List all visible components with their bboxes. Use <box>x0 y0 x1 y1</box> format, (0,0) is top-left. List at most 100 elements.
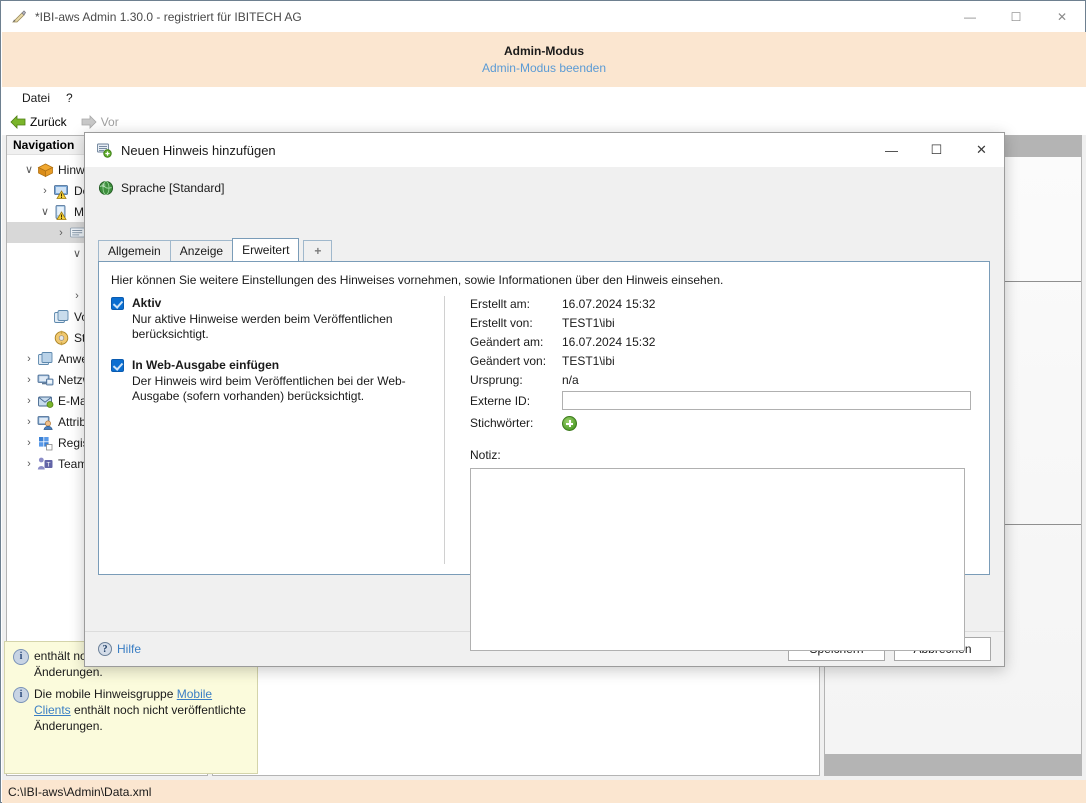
dialog-window-controls: — ☐ ✕ <box>869 133 1004 167</box>
tab-panel-erweitert: Hier können Sie weitere Einstellungen de… <box>98 261 990 651</box>
notiz-label: Notiz: <box>470 448 501 462</box>
geaendert-am-value: 16.07.2024 15:32 <box>562 334 656 349</box>
chevron-down-icon[interactable]: ∨ <box>69 246 85 262</box>
tab-allgemein[interactable]: Allgemein <box>98 240 171 261</box>
info-row-ursprung: Ursprung: n/a <box>470 370 975 389</box>
chevron-right-icon[interactable]: › <box>69 288 85 304</box>
chevron-right-icon[interactable]: › <box>21 351 37 367</box>
package-icon <box>37 162 54 178</box>
menu-help[interactable]: ? <box>58 89 81 107</box>
help-icon: ? <box>98 642 112 656</box>
statistics-icon <box>53 330 70 346</box>
forward-label: Vor <box>100 115 119 129</box>
close-icon[interactable]: ✕ <box>1039 1 1085 32</box>
dialog-title: Neuen Hinweis hinzufügen <box>121 142 276 158</box>
network-icon <box>37 372 54 388</box>
admin-mode-banner: Admin-Modus Admin-Modus beenden <box>2 32 1086 87</box>
admin-mode-exit-link[interactable]: Admin-Modus beenden <box>482 61 606 75</box>
tab-erweitert[interactable]: Erweitert <box>232 238 300 261</box>
chevron-right-icon[interactable]: › <box>21 435 37 451</box>
info-row-geaendert-am: Geändert am: 16.07.2024 15:32 <box>470 332 975 351</box>
status-file-path: C:\IBI-aws\Admin\Data.xml <box>8 784 152 799</box>
info-row-geaendert-von: Geändert von: TEST1\ibi <box>470 351 975 370</box>
info-icon: i <box>13 687 29 703</box>
geaendert-von-value: TEST1\ibi <box>562 353 615 368</box>
language-row: Sprache [Standard] <box>85 167 1004 199</box>
right-panel-footer-bar <box>825 754 1081 775</box>
notification-text: Die mobile Hinweisgruppe Mobile Clients … <box>34 686 249 734</box>
arrow-right-icon <box>81 115 97 129</box>
status-bar: C:\IBI-aws\Admin\Data.xml <box>2 780 1086 803</box>
checkbox-column: Aktiv Nur aktive Hinweise werden beim Ve… <box>111 296 441 420</box>
add-note-dialog: Neuen Hinweis hinzufügen — ☐ ✕ Sprache [… <box>84 132 1005 667</box>
add-note-icon <box>96 142 112 158</box>
add-green-plus-icon[interactable] <box>562 415 577 431</box>
dialog-maximize-icon[interactable]: ☐ <box>914 133 959 167</box>
aktiv-checkbox[interactable] <box>111 297 124 310</box>
dialog-close-icon[interactable]: ✕ <box>959 133 1004 167</box>
erstellt-am-value: 16.07.2024 15:32 <box>562 296 656 311</box>
geaendert-von-label: Geändert von: <box>470 353 547 368</box>
app-icon <box>11 9 27 25</box>
tab-description: Hier können Sie weitere Einstellungen de… <box>111 273 724 287</box>
main-window: *IBI-aws Admin 1.30.0 - registriert für … <box>0 0 1086 803</box>
chevron-right-icon[interactable]: › <box>21 372 37 388</box>
registry-icon <box>37 435 54 451</box>
window-title: *IBI-aws Admin 1.30.0 - registriert für … <box>35 9 302 24</box>
templates-icon <box>53 309 70 325</box>
aktiv-checkbox-label: Aktiv <box>132 296 162 310</box>
svg-text:T: T <box>47 461 51 468</box>
menu-datei[interactable]: Datei <box>14 89 58 107</box>
info-row-erstellt-am: Erstellt am: 16.07.2024 15:32 <box>470 294 975 313</box>
chevron-right-icon[interactable]: › <box>21 393 37 409</box>
menu-bar: Datei ? <box>2 87 1086 109</box>
aktiv-description: Nur aktive Hinweise werden beim Veröffen… <box>132 312 393 341</box>
web-ausgabe-description: Der Hinweis wird beim Veröffentlichen be… <box>132 374 406 403</box>
forward-button[interactable]: Vor <box>81 115 119 129</box>
dialog-titlebar: Neuen Hinweis hinzufügen — ☐ ✕ <box>85 133 1004 167</box>
info-row-externe-id: Externe ID: <box>470 389 975 412</box>
desktop-warning-icon <box>53 183 70 199</box>
back-button[interactable]: Zurück <box>10 115 67 129</box>
info-row-stichwoerter: Stichwörter: <box>470 412 975 434</box>
dialog-minimize-icon[interactable]: — <box>869 133 914 167</box>
erstellt-von-value: TEST1\ibi <box>562 315 615 330</box>
email-icon <box>37 393 54 409</box>
externe-id-input[interactable] <box>562 391 971 410</box>
maximize-icon[interactable]: ☐ <box>993 1 1039 32</box>
help-link[interactable]: ? Hilfe <box>98 642 141 656</box>
erstellt-am-label: Erstellt am: <box>470 296 531 311</box>
notiz-textarea[interactable] <box>470 468 965 651</box>
chevron-right-icon[interactable]: › <box>21 414 37 430</box>
chevron-right-icon[interactable]: › <box>21 456 37 472</box>
checkbox-group-aktiv: Aktiv Nur aktive Hinweise werden beim Ve… <box>111 296 441 342</box>
ursprung-label: Ursprung: <box>470 372 523 387</box>
chevron-right-icon[interactable]: › <box>53 225 69 241</box>
tab-anzeige[interactable]: Anzeige <box>169 240 234 261</box>
chevron-down-icon[interactable]: ∨ <box>37 204 53 220</box>
dialog-tabstrip: Allgemein Anzeige Erweitert + <box>98 238 333 261</box>
admin-mode-title: Admin-Modus <box>504 44 584 58</box>
ursprung-value: n/a <box>562 372 579 387</box>
checkbox-group-webausgabe: In Web-Ausgabe einfügen Der Hinweis wird… <box>111 358 441 404</box>
dialog-body: Sprache [Standard] Allgemein Anzeige Erw… <box>85 167 1004 651</box>
globe-icon <box>98 180 114 196</box>
panel-vertical-divider <box>444 296 445 564</box>
erstellt-von-label: Erstellt von: <box>470 315 533 330</box>
help-label: Hilfe <box>117 642 142 656</box>
minimize-icon[interactable]: — <box>947 1 993 32</box>
attributes-user-icon <box>37 414 54 430</box>
web-ausgabe-checkbox[interactable] <box>111 359 124 372</box>
info-row-erstellt-von: Erstellt von: TEST1\ibi <box>470 313 975 332</box>
language-label: Sprache [Standard] <box>121 181 225 195</box>
back-label: Zurück <box>30 115 67 129</box>
chevron-right-icon[interactable]: › <box>37 183 53 199</box>
applications-icon <box>37 351 54 367</box>
teams-icon: T <box>37 456 54 472</box>
web-ausgabe-checkbox-label: In Web-Ausgabe einfügen <box>132 358 280 372</box>
tab-add-button[interactable]: + <box>303 240 333 261</box>
checkbox-row[interactable]: Aktiv <box>111 296 441 310</box>
checkbox-row[interactable]: In Web-Ausgabe einfügen <box>111 358 441 372</box>
window-controls: — ☐ ✕ <box>947 1 1085 32</box>
chevron-down-icon[interactable]: ∨ <box>21 162 37 178</box>
